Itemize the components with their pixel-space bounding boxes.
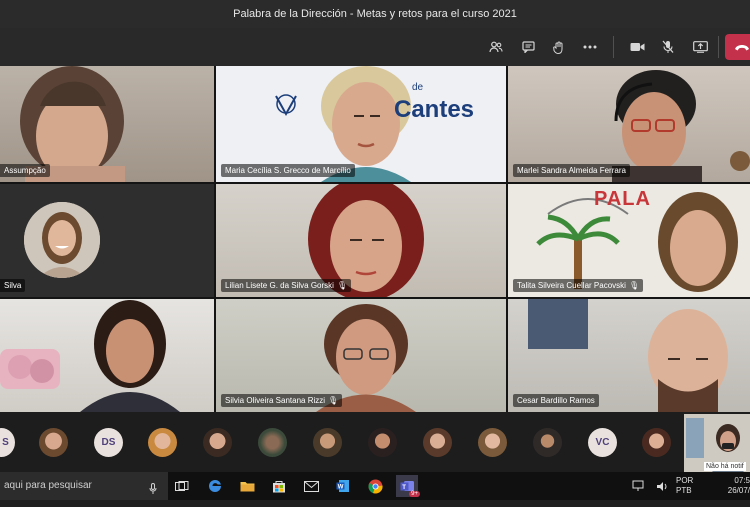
window-title-bar: Palabra de la Dirección - Metas y retos … (0, 0, 750, 28)
participant-avatar[interactable] (642, 428, 671, 457)
participant-name-label: Silvia Oliveira Santana Rizzi 🎙︎ (221, 394, 343, 407)
video-tile[interactable]: Silvia Oliveira Santana Rizzi 🎙︎ (216, 299, 506, 412)
participant-avatar[interactable] (533, 428, 562, 457)
video-tile[interactable]: Cesar Bardillo Ramos (508, 299, 750, 412)
language-indicator[interactable]: POR PTB (676, 476, 693, 496)
store-icon[interactable] (268, 475, 290, 497)
raise-hand-icon[interactable] (546, 34, 572, 60)
wall-drawing-text: PALA (594, 188, 651, 210)
video-tile[interactable]: Silva (0, 184, 214, 297)
participant-avatar[interactable] (478, 428, 507, 457)
mail-icon[interactable] (300, 475, 322, 497)
windows-taskbar: aqui para pesquisar W T 9+ POR PTB 07:5 … (0, 472, 750, 500)
notification-toast: Não há notif (704, 462, 746, 471)
word-icon[interactable]: W (332, 475, 354, 497)
participant-avatar[interactable] (258, 428, 287, 457)
participant-name-label: Maria Cecília S. Grecco de Marcílio (221, 164, 355, 177)
video-grid: Assumpção Cantes de Maria Cecília S. Gre… (0, 66, 750, 412)
participant-name-label: Silva (0, 279, 26, 292)
toolbar-separator (718, 36, 719, 58)
participant-avatar-initials[interactable]: DS (94, 428, 123, 457)
hangup-icon (735, 44, 749, 50)
notification-badge: 9+ (409, 491, 420, 497)
mic-muted-icon: 🎙︎ (328, 396, 339, 405)
participant-avatar[interactable] (423, 428, 452, 457)
video-tile[interactable] (0, 299, 214, 412)
mic-off-icon[interactable] (655, 34, 681, 60)
mic-muted-icon: 🎙︎ (628, 281, 640, 290)
chat-icon[interactable] (515, 34, 541, 60)
volume-icon[interactable] (651, 475, 673, 497)
taskbar-search-box[interactable]: aqui para pesquisar (0, 472, 168, 500)
participant-avatar[interactable] (203, 428, 232, 457)
svg-text:T: T (402, 485, 406, 491)
participant-name-label: Lilian Lisete G. da Silva Gorski 🎙︎ (221, 279, 352, 292)
video-tile[interactable]: Marlei Sandra Almeida Ferrara (508, 66, 750, 182)
participant-strip: S DS VC (0, 412, 750, 472)
video-tile[interactable]: Cantes de Maria Cecília S. Grecco de Mar… (216, 66, 506, 182)
self-view-video[interactable]: Não há notif (684, 414, 750, 472)
participant-video (0, 300, 180, 412)
participant-avatar (24, 202, 100, 278)
background-logo-small: de (412, 82, 424, 93)
svg-text:W: W (338, 484, 344, 490)
participant-avatar[interactable] (368, 428, 397, 457)
participant-name-label: Cesar Bardillo Ramos (513, 394, 599, 407)
video-tile[interactable]: PALA Talita Silveira Cuellar Pacovski 🎙︎ (508, 184, 750, 297)
network-icon[interactable] (627, 475, 649, 497)
file-explorer-icon[interactable] (236, 475, 258, 497)
participant-avatar-initials[interactable]: VC (588, 428, 617, 457)
camera-icon[interactable] (624, 34, 650, 60)
toolbar-separator (613, 36, 614, 58)
share-icon[interactable] (687, 34, 713, 60)
participants-icon[interactable] (483, 34, 509, 60)
task-view-icon[interactable] (171, 475, 193, 497)
window-title: Palabra de la Dirección - Metas y retos … (233, 8, 517, 20)
participant-avatar[interactable] (148, 428, 177, 457)
chrome-icon[interactable] (364, 475, 386, 497)
clock[interactable]: 07:5 26/07/ (705, 476, 750, 496)
video-tile[interactable]: Assumpção (0, 66, 214, 182)
participant-name-label: Talita Silveira Cuellar Pacovski 🎙︎ (513, 279, 644, 292)
mic-muted-icon: 🎙︎ (336, 281, 348, 290)
video-tile[interactable]: Lilian Lisete G. da Silva Gorski 🎙︎ (216, 184, 506, 297)
more-icon[interactable] (577, 34, 603, 60)
participant-name-label: Marlei Sandra Almeida Ferrara (513, 164, 630, 177)
participant-name-label: Assumpção (0, 164, 50, 177)
participant-avatar[interactable] (313, 428, 342, 457)
teams-icon[interactable]: T 9+ (396, 475, 420, 497)
participant-avatar-initials[interactable]: S (0, 428, 15, 457)
participant-avatar[interactable] (39, 428, 68, 457)
background-logo-text: Cantes (394, 96, 475, 123)
hangup-button[interactable] (725, 34, 750, 60)
microphone-icon[interactable] (149, 479, 157, 507)
edge-browser-icon[interactable] (204, 475, 226, 497)
meeting-toolbar (0, 28, 750, 66)
